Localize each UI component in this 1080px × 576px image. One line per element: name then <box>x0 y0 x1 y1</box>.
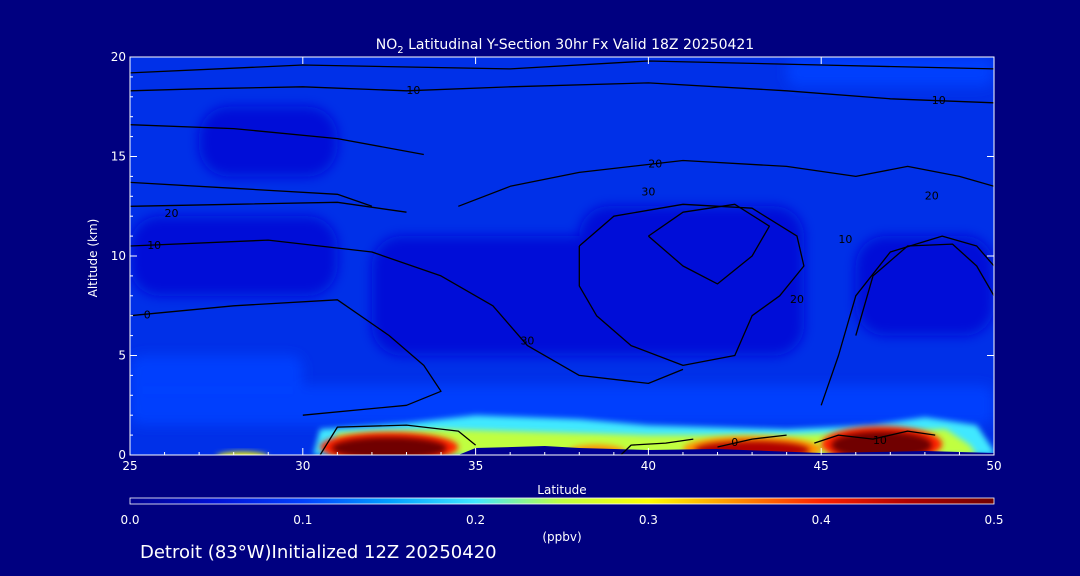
contour-label: 10 <box>147 239 161 252</box>
contour-label: 30 <box>520 335 534 348</box>
chart-title-suffix: Latitudinal Y-Section 30hr Fx Valid 18Z … <box>404 37 755 53</box>
contour-label: 10 <box>838 233 852 246</box>
y-tick-label: 5 <box>118 349 126 363</box>
contour-label: 10 <box>932 94 946 107</box>
field-light-patch <box>130 355 303 396</box>
x-tick-label: 40 <box>641 459 656 473</box>
x-tick-label: 35 <box>468 459 483 473</box>
colorbar-tick-label: 0.5 <box>984 513 1003 527</box>
footer-caption: Detroit (83°W)Initialized 12Z 20250420 <box>140 542 497 563</box>
x-tick-label: 30 <box>295 459 310 473</box>
colorbar: 0.0 0.1 0.2 0.3 0.4 0.5 (ppbv) <box>120 497 1004 544</box>
colorbar-tick-label: 0.2 <box>466 513 485 527</box>
chart-title-prefix: NO <box>376 37 398 53</box>
contour-label: 0 <box>731 436 738 449</box>
x-tick-label: 45 <box>814 459 829 473</box>
field-dark-patch <box>855 236 994 336</box>
y-tick-label: 20 <box>111 50 126 64</box>
field-dark-patch <box>130 216 338 296</box>
chart-figure: NO2 Latitudinal Y-Section 30hr Fx Valid … <box>86 37 1004 544</box>
contour-label: 20 <box>790 293 804 306</box>
high-concentration-halo <box>218 452 267 455</box>
y-tick-label: 0 <box>118 448 126 462</box>
contour-label: 10 <box>406 84 420 97</box>
colorbar-tick-label: 0.0 <box>120 513 139 527</box>
contour-label: 10 <box>873 434 887 447</box>
contour-label: 30 <box>641 185 655 198</box>
high-concentration-region <box>331 437 447 455</box>
colorbar-unit-label: (ppbv) <box>542 530 581 544</box>
colorbar-ticks: 0.0 0.1 0.2 0.3 0.4 0.5 <box>120 513 1003 527</box>
high-concentration-region <box>221 456 264 460</box>
footer-initialized: Initialized 12Z 20250420 <box>271 542 497 563</box>
y-axis-label: Altitude (km) <box>86 219 100 298</box>
contour-label: 20 <box>925 189 939 202</box>
contour-label: 20 <box>164 207 178 220</box>
field-dark-patch <box>371 236 649 356</box>
x-axis-label: Latitude <box>537 483 586 497</box>
colorbar-tick-label: 0.3 <box>639 513 658 527</box>
chart-title: NO2 Latitudinal Y-Section 30hr Fx Valid … <box>376 37 754 56</box>
x-tick-label: 50 <box>986 459 1001 473</box>
y-tick-label: 10 <box>111 249 126 263</box>
field-dark-patch <box>199 106 338 177</box>
colorbar-tick-label: 0.1 <box>293 513 312 527</box>
y-tick-label: 15 <box>111 150 126 164</box>
footer-location: Detroit (83°W) <box>140 542 272 563</box>
contour-label: 0 <box>144 309 151 322</box>
colorbar-tick-label: 0.4 <box>812 513 831 527</box>
field-light-patch <box>786 57 994 87</box>
colorbar-gradient <box>129 497 995 505</box>
contour-label: 20 <box>648 157 662 170</box>
plot-area: 10 10 20 20 20 10 10 30 0 20 30 0 10 <box>130 57 994 460</box>
